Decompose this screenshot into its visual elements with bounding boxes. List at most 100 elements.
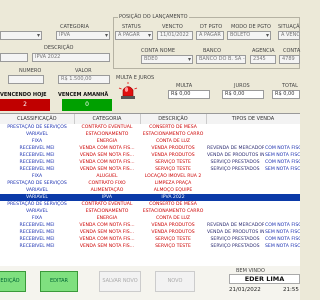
agencia-field[interactable]: 2345 (250, 55, 276, 64)
table-row[interactable]: FIXA ENERGIA CONTA DE LUZ (0, 138, 300, 145)
table-cell: RECEBIVEL MEI (19, 230, 55, 235)
table-row-selected[interactable]: VARIAVEL IPVA IPVA 2022 (0, 194, 300, 201)
col-header-descricao[interactable]: DESCRIÇÃO (140, 114, 207, 124)
time-text: 21:55 (283, 287, 299, 293)
total-field[interactable]: R$ 0,00 (272, 90, 300, 99)
table-cell: RECEBIVEL MEI (19, 223, 55, 228)
table-row[interactable]: RECEBIVEL MEI VENDA SEM NOTA FIS... VENDA … (0, 229, 301, 236)
table-cell: VENDA SEM NOTA FIS... (79, 167, 135, 172)
table-row[interactable]: RECEBIVEL MEI VENDA COM NOTA FIS... SERVIÇ… (0, 159, 301, 166)
table-cell: RECEBIVEL MEI (19, 146, 55, 151)
vencendo-hoje-label: VENCENDO HOJE (0, 92, 47, 98)
table-cell (264, 173, 300, 180)
table-cell: SERVIÇO TESTE (155, 160, 191, 165)
situacao-field[interactable]: A VENC (278, 31, 300, 40)
edit-mode-button[interactable]: EDIÇÃO (0, 271, 26, 292)
vencem-amanha-box: 0 (62, 99, 112, 111)
conta-label: CONTA (283, 48, 301, 54)
alarm-light-icon (118, 82, 138, 100)
table-cell: ESTACIONAMENTO CARRO (142, 209, 204, 214)
table-row[interactable]: VARIAVEL ESTACIONAMENTO ESTACIONAMENTO CAR… (0, 208, 300, 215)
table-cell: RECEBIVEL MEI (19, 153, 55, 158)
table-cell: IPVA (101, 195, 113, 200)
table-row[interactable]: PRESTAÇÃO DE SERVIÇOS CONTRATO FIXO LIMPEZ… (0, 180, 300, 187)
table-cell: SERVIÇO PRESTADOS (210, 167, 260, 172)
salvar-novo-label: SALVAR NOVO (102, 278, 138, 284)
table-cell: VENDA SEM NOTA FIS... (79, 230, 135, 235)
vencem-amanha-count: 0 (85, 101, 89, 108)
table-row[interactable]: RECEBIVEL MEI VENDA COM NOTA FIS... VENDA … (0, 222, 301, 229)
table-row[interactable]: FIXA ENERGIA CONTA DE LUZ (0, 215, 300, 222)
table-cell: ALMOÇO EQUIPE (153, 188, 193, 193)
table-row[interactable]: FIXA ALUGUEL LOCAÇÃO IMOVEL RUA 2 (0, 173, 300, 180)
table-cell: VENDA COM NOTA FIS... (79, 146, 135, 151)
status-label: STATUS (122, 24, 141, 30)
table-cell: SERVIÇO PRESTADOS (210, 237, 260, 242)
table-cell: VENDA PRODUTOS (151, 223, 195, 228)
categoria-select[interactable]: IPVA (56, 31, 110, 40)
table-row[interactable]: VARIAVEL ALIMENTAÇÃO ALMOÇO EQUIPE (0, 187, 300, 194)
table-row[interactable]: RECEBIVEL MEI VENDA COM NOTA FIS... SERVIÇ… (0, 236, 301, 243)
table-cell: VARIAVEL (26, 188, 48, 193)
table-row[interactable]: RECEBIVEL MEI VENDA COM NOTA FIS... VENDA … (0, 145, 301, 152)
classificacao-select[interactable] (0, 31, 42, 40)
situacao-label: SITUAÇÃ (278, 24, 300, 30)
table-cell (206, 201, 264, 208)
valor-field[interactable]: R$ 1.500,00 (58, 75, 110, 84)
modo-pgto-label: MODO DE PGTO (231, 24, 271, 30)
table-row[interactable]: RECEBIVEL MEI VENDA SEM NOTA FIS... SERVIÇ… (0, 166, 301, 173)
table-cell: COM NOTA FISCAL (265, 223, 300, 228)
banco-field[interactable]: BANCO DO B. SA - BANK (196, 55, 246, 64)
table-cell: VARIAVEL (26, 209, 48, 214)
table-cell: REVENDA DE MERCADORIAS COM... (207, 146, 264, 151)
numero-field[interactable] (8, 75, 44, 84)
table-row[interactable]: PRESTAÇÃO DE SERVIÇOS CONTRATO EVENTUAL CO… (0, 124, 300, 131)
dt-pgto-label: DT PGTO (200, 24, 223, 30)
table-cell (264, 131, 300, 138)
table-cell: SEM NOTA FISCAL (265, 167, 300, 172)
juros-field[interactable]: R$ 0,00 (222, 90, 264, 99)
novo-button[interactable]: NOVO (155, 271, 195, 292)
table-cell (206, 131, 264, 138)
table-cell: RECEBIVEL MEI (19, 160, 55, 165)
table-cell (264, 187, 300, 194)
table-header-row: CLASSIFICAÇÃO CATEGORIA DESCRIÇÃO TIPOS … (0, 114, 300, 124)
table-cell (264, 138, 300, 145)
descricao-field[interactable]: IPVA 2022 (32, 53, 110, 62)
table-cell: VARIAVEL (26, 195, 48, 200)
banco-label: BANCO (203, 48, 222, 54)
table-cell: SERVIÇO PRESTADOS (210, 160, 260, 165)
table-row[interactable]: PRESTAÇÃO DE SERVIÇOS CONTRATO EVENTUAL CO… (0, 201, 300, 208)
table-cell: VENDA PRODUTOS (151, 146, 195, 151)
launches-table-container[interactable]: CLASSIFICAÇÃO CATEGORIA DESCRIÇÃO TIPOS … (0, 113, 300, 268)
col-header-categoria[interactable]: CATEGORIA (74, 114, 141, 124)
modo-pgto-select[interactable]: BOLETO (227, 31, 271, 40)
vencto-field[interactable]: 11/01/2022 (157, 31, 193, 40)
col-header-tipos-venda[interactable]: TIPOS DE VENDA (206, 114, 300, 124)
editar-button[interactable]: EDITAR (40, 271, 78, 292)
conta-nome-select[interactable]: BDE0 (141, 55, 193, 64)
multa-field[interactable]: R$ 0,00 (168, 90, 210, 99)
descricao-label: DESCRIÇÃO (44, 45, 74, 51)
col-header-classificacao[interactable]: CLASSIFICAÇÃO (0, 114, 75, 124)
table-row[interactable]: VARIAVEL ESTACIONAMENTO ESTACIONAMENTO CAR… (0, 131, 300, 138)
status-select[interactable]: A PAGAR (115, 31, 153, 40)
table-row[interactable]: RECEBIVEL MEI VENDA SEM NOTA FIS... SERVIÇ… (0, 243, 301, 250)
salvar-novo-button[interactable]: SALVAR NOVO (99, 271, 141, 292)
multa-label: MULTA (176, 83, 193, 89)
table-cell (206, 173, 264, 180)
vencem-amanha-label: VENCEM AMANHÃ (58, 92, 109, 98)
vencto-label: VENCTO (162, 24, 183, 30)
vencendo-hoje-box: 2 (0, 99, 50, 111)
welcome-panel: BEM VINDO EDER LIMA 21/01/2022 21:55 (228, 268, 300, 298)
conta-field[interactable]: 4789 (279, 55, 300, 64)
blank-field[interactable] (0, 53, 28, 62)
table-cell (206, 138, 264, 145)
table-cell: VENDA SEM NOTA FIS... (79, 244, 135, 249)
dt-pgto-field[interactable]: A PAGAR (196, 31, 224, 40)
table-cell: FIXA (31, 139, 43, 144)
table-row[interactable]: RECEBIVEL MEI VENDA SEM NOTA FIS... VENDA … (0, 152, 301, 159)
table-cell: RECEBIVEL MEI (19, 167, 55, 172)
table-cell (264, 215, 300, 222)
table-cell (206, 180, 264, 187)
